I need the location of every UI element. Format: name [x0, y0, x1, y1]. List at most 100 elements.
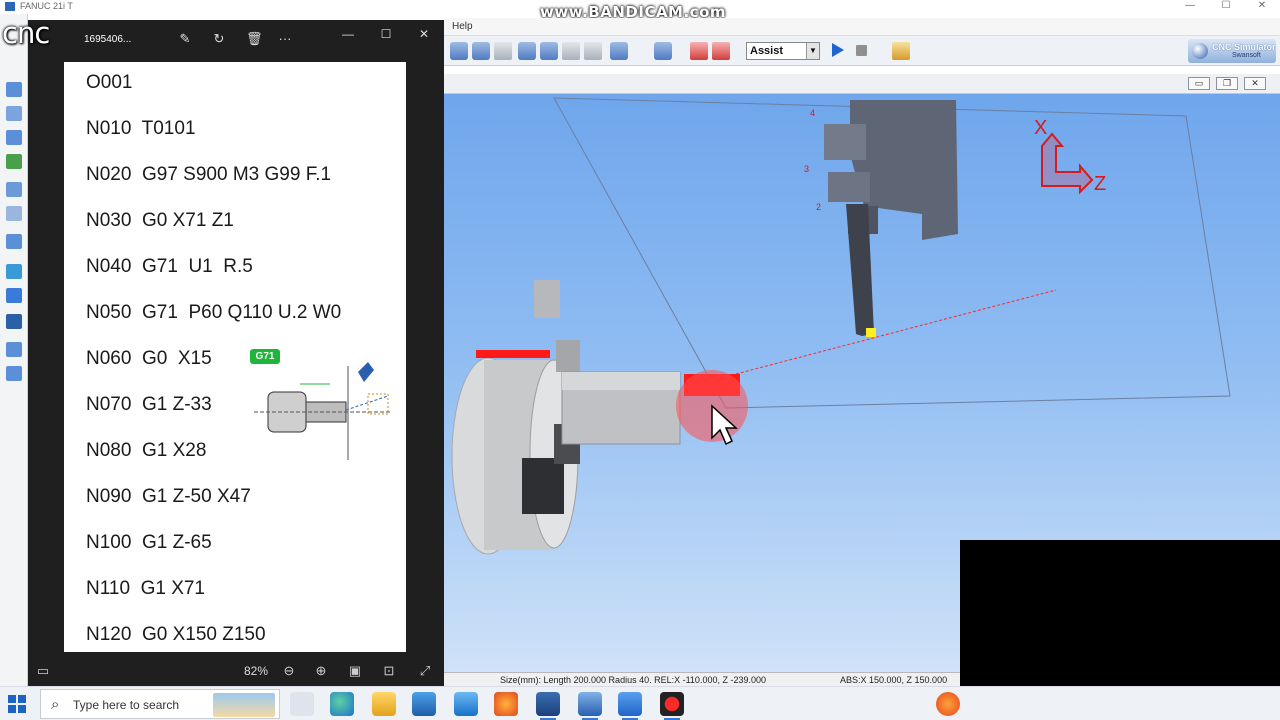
axis-z-label: Z: [1094, 173, 1106, 195]
code-line: N080 G1 X28: [86, 440, 207, 461]
turret-number: 2: [816, 202, 821, 212]
minimize-icon[interactable]: —: [1172, 0, 1208, 14]
close-icon[interactable]: ✕: [1244, 0, 1280, 14]
approach-line: [345, 395, 389, 411]
file-explorer-icon[interactable]: [372, 692, 396, 716]
notification-icon[interactable]: [936, 692, 960, 716]
taskbar-search[interactable]: ⌕ Type here to search: [40, 689, 280, 719]
viewer-filename: 1695406...: [84, 34, 132, 45]
close-icon[interactable]: ✕: [1244, 77, 1266, 90]
code-line: N060 G0 X15: [86, 348, 212, 369]
more-icon[interactable]: ···: [278, 32, 292, 46]
rotate-icon[interactable]: [610, 42, 628, 60]
left-toolstrip: [0, 14, 28, 686]
simulator-toolbar: Assist ▼ CNC Simulator Swansoft: [444, 36, 1280, 66]
minimize-icon[interactable]: —: [338, 26, 358, 42]
turret-number: 4: [810, 108, 815, 118]
photos-icon[interactable]: [618, 692, 642, 720]
brand-title: CNC Simulator: [1212, 42, 1276, 52]
tool-icon[interactable]: [6, 206, 22, 221]
play-icon[interactable]: [832, 43, 844, 57]
rotate-icon[interactable]: ↻: [212, 32, 226, 46]
mail-icon[interactable]: [454, 692, 478, 716]
task-view-icon[interactable]: [290, 692, 314, 716]
mode-select[interactable]: Assist ▼: [746, 42, 820, 60]
globe-icon: [1192, 43, 1208, 59]
turret-number: 3: [804, 164, 809, 174]
code-line: N030 G0 X71 Z1: [86, 210, 234, 231]
viewport-header: ▭ ❐ ✕: [444, 74, 1280, 94]
edge-icon[interactable]: [330, 692, 354, 716]
maximize-icon[interactable]: ☐: [376, 26, 396, 42]
viewer-bottombar: ▭ 82% ⊖ ⊕ ▣ ⊡ ⤢: [28, 656, 444, 686]
actual-size-icon[interactable]: ⊡: [380, 662, 398, 680]
chevron-down-icon: ▼: [806, 43, 819, 59]
tool-icon[interactable]: [562, 42, 580, 60]
store-icon[interactable]: [412, 692, 436, 716]
fullscreen-icon[interactable]: ⤢: [416, 662, 434, 680]
display-icon[interactable]: ▭: [34, 662, 52, 680]
view-icon[interactable]: [494, 42, 512, 60]
settings-icon[interactable]: [892, 42, 910, 60]
tool-icon[interactable]: [6, 154, 22, 169]
tool-icon[interactable]: [6, 106, 22, 121]
status-abs: ABS:X 150.000, Z 150.000: [840, 675, 948, 685]
window-controls: — ☐ ✕: [1172, 0, 1280, 14]
app-icon: [5, 2, 15, 11]
tool-icon[interactable]: [6, 288, 22, 303]
record-icon[interactable]: [712, 42, 730, 60]
brand-logo: CNC Simulator Swansoft: [1188, 39, 1276, 63]
zoom-level: 82%: [244, 664, 269, 678]
chuck-jaw: [534, 280, 560, 318]
save-icon[interactable]: [690, 42, 708, 60]
video-overlay-label: cnc: [2, 16, 50, 50]
axis-x-label: X: [1034, 117, 1047, 139]
tool-icon[interactable]: [540, 42, 558, 60]
program-image: O001 N010 T0101 N020 G97 S900 M3 G99 F.1 N0…: [64, 62, 406, 652]
view-icon[interactable]: [450, 42, 468, 60]
tool-icon[interactable]: [6, 234, 22, 249]
restore-icon[interactable]: ❐: [1216, 77, 1238, 90]
cnc-simulator-icon[interactable]: [536, 692, 560, 720]
tool-icon[interactable]: [584, 42, 602, 60]
view-icon[interactable]: [472, 42, 490, 60]
tool-icon[interactable]: [6, 366, 22, 381]
tool-icon[interactable]: [518, 42, 536, 60]
fit-icon[interactable]: ▣: [346, 662, 364, 680]
zoom-out-icon[interactable]: ⊖: [280, 662, 298, 680]
code-line: N110 G1 X71: [86, 578, 206, 599]
firefox-icon[interactable]: [494, 692, 518, 716]
tool-icon[interactable]: [6, 264, 22, 279]
edit-icon[interactable]: ✎: [178, 32, 192, 46]
stop-icon[interactable]: [856, 45, 867, 56]
code-line: N090 G1 Z-50 X47: [86, 486, 251, 507]
zoom-in-icon[interactable]: ⊕: [312, 662, 330, 680]
search-icon: ⌕: [51, 696, 60, 713]
windows-start-icon[interactable]: [8, 695, 26, 713]
search-placeholder: Type here to search: [73, 698, 180, 712]
minimize-icon[interactable]: ▭: [1188, 77, 1210, 90]
close-icon[interactable]: ✕: [414, 26, 434, 42]
turning-diagram: [254, 362, 390, 460]
webcam-overlay: [960, 540, 1280, 686]
tool-icon[interactable]: [6, 342, 22, 357]
tool-icon[interactable]: [6, 82, 22, 97]
code-line: N100 G1 Z-65: [86, 532, 212, 553]
chuck-jaw: [556, 340, 580, 372]
tool-icon[interactable]: [6, 130, 22, 145]
search-highlight-image: [213, 693, 275, 717]
tool-icon[interactable]: [6, 182, 22, 197]
measure-icon[interactable]: [654, 42, 672, 60]
chuck-marker: [476, 350, 550, 358]
bandicam-icon[interactable]: [660, 692, 684, 720]
taskbar: ⌕ Type here to search: [0, 686, 1280, 720]
code-line: N050 G71 P60 Q110 U.2 W0: [86, 302, 342, 323]
menu-help[interactable]: Help: [452, 21, 473, 32]
simulator-menubar: Help: [444, 18, 1280, 36]
tool-icon[interactable]: [6, 314, 22, 329]
maximize-icon[interactable]: ☐: [1208, 0, 1244, 14]
simulator-app-icon[interactable]: [578, 692, 602, 720]
code-line: N010 T0101: [86, 118, 196, 139]
delete-icon[interactable]: 🗑: [246, 32, 263, 46]
workpiece-highlight: [562, 372, 680, 390]
